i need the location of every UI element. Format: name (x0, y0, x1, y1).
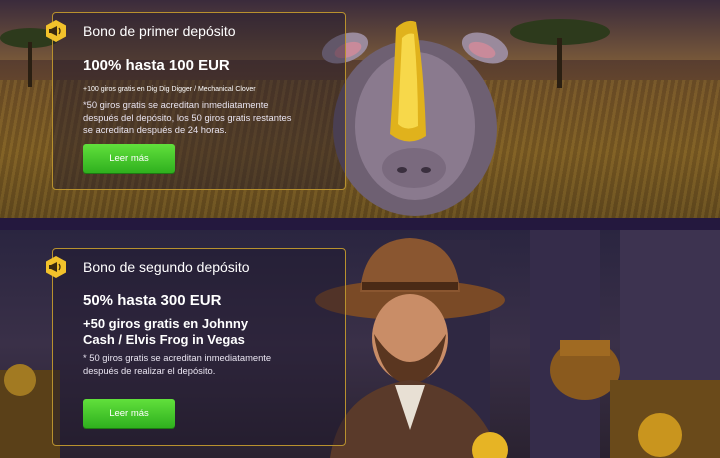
first-deposit-banner: Bono de primer depósito 100% hasta 100 E… (0, 0, 720, 218)
first-deposit-card: Bono de primer depósito 100% hasta 100 E… (46, 12, 346, 190)
bonus-terms-note: *50 giros gratis se acreditan inmediatam… (83, 99, 292, 136)
card-title: Bono de primer depósito (83, 23, 236, 39)
bonus-terms-note: * 50 giros gratis se acreditan inmediata… (83, 352, 272, 376)
second-deposit-card: Bono de segundo depósito 50% hasta 300 E… (46, 248, 346, 446)
banner-divider (0, 218, 720, 230)
read-more-button[interactable]: Leer más (83, 144, 175, 173)
free-spins-text: +100 giros gratis en Dig Dig Digger / Me… (83, 86, 256, 93)
megaphone-icon (46, 20, 66, 42)
bonus-headline: 50% hasta 300 EUR (83, 292, 222, 309)
free-spins-text: +50 giros gratis en Johnny Cash / Elvis … (83, 316, 249, 347)
read-more-button[interactable]: Leer más (83, 399, 175, 428)
second-deposit-banner: Bono de segundo depósito 50% hasta 300 E… (0, 230, 720, 458)
card-title: Bono de segundo depósito (83, 259, 250, 275)
bonus-headline: 100% hasta 100 EUR (83, 57, 230, 74)
megaphone-icon (46, 256, 66, 278)
